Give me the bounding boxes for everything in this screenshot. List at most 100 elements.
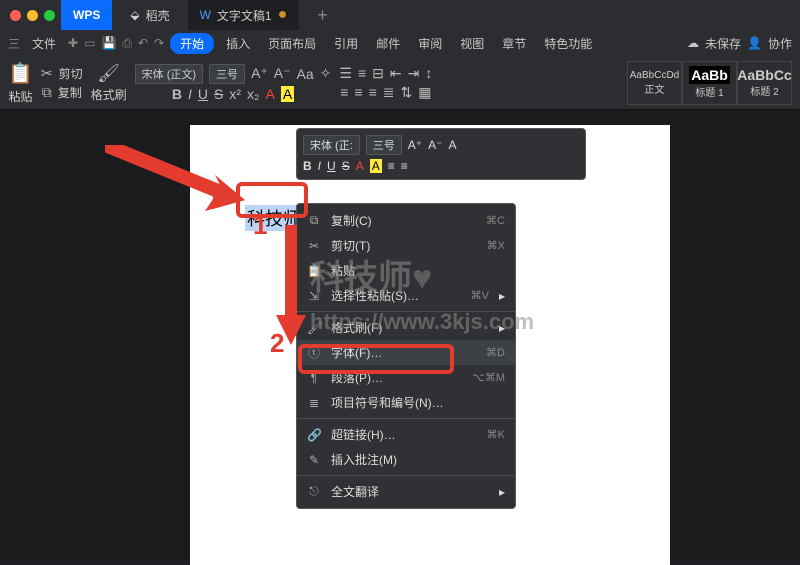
- ctx-shortcut: ⌘X: [487, 239, 505, 252]
- subscript-button[interactable]: x₂: [247, 86, 259, 102]
- shrink-font-icon[interactable]: A⁻: [274, 65, 291, 82]
- mini-bold[interactable]: B: [303, 159, 312, 173]
- paste-label[interactable]: 粘贴: [8, 88, 32, 105]
- mini-highlight[interactable]: A: [370, 159, 382, 173]
- coop-label[interactable]: 协作: [768, 35, 792, 52]
- menu-chapter[interactable]: 章节: [496, 35, 532, 52]
- tab-add[interactable]: +: [305, 0, 340, 30]
- align-center-icon[interactable]: ≡: [354, 84, 362, 100]
- font-group: 宋体 (正文) 三号 A⁺ A⁻ Aa ✧ B I U S x² x₂ A A: [135, 64, 332, 102]
- ctx-paste-special[interactable]: ⇲选择性粘贴(S)…⌘V▸: [297, 283, 515, 308]
- tab-docer[interactable]: ⬙ 稻壳: [118, 0, 181, 30]
- doc-icon: W: [200, 8, 211, 22]
- mini-list[interactable]: ≡: [401, 159, 408, 173]
- ctx-paste[interactable]: 📋粘贴: [297, 258, 515, 283]
- style-h2[interactable]: AaBbCc 标题 2: [737, 61, 792, 105]
- ctx-label: 复制(C): [331, 212, 476, 229]
- line-spacing-icon[interactable]: ⇅: [401, 84, 413, 101]
- align-right-icon[interactable]: ≡: [369, 84, 377, 100]
- menu-start[interactable]: 开始: [170, 33, 214, 54]
- link-icon: 🔗: [307, 428, 321, 442]
- zoom-dot[interactable]: [44, 10, 55, 21]
- ctx-bullets[interactable]: ≣项目符号和编号(N)…: [297, 390, 515, 415]
- bold-button[interactable]: B: [172, 86, 182, 102]
- mini-grow-icon[interactable]: A⁺: [408, 138, 422, 152]
- mini-shrink-icon[interactable]: A⁻: [428, 138, 442, 152]
- mini-italic[interactable]: I: [318, 159, 321, 173]
- italic-button[interactable]: I: [188, 86, 192, 102]
- paste-icon[interactable]: 📋: [8, 61, 33, 86]
- redo-icon[interactable]: ↷: [154, 36, 164, 50]
- copy-label[interactable]: 复制: [58, 84, 82, 101]
- mini-size-select[interactable]: 三号: [366, 135, 402, 155]
- menu-layout[interactable]: 页面布局: [262, 35, 322, 52]
- justify-icon[interactable]: ≣: [383, 84, 395, 101]
- mini-underline[interactable]: U: [327, 159, 336, 173]
- ctx-copy[interactable]: ⧉复制(C)⌘C: [297, 208, 515, 233]
- paste-group: 📋 粘贴: [8, 61, 33, 105]
- shading-icon[interactable]: ▦: [418, 84, 431, 101]
- superscript-button[interactable]: x²: [229, 86, 241, 102]
- bullets-icon[interactable]: ☰: [339, 65, 352, 82]
- ctx-label: 粘贴: [331, 262, 505, 279]
- print-icon[interactable]: ⎙: [122, 36, 132, 51]
- menu-ref[interactable]: 引用: [328, 35, 364, 52]
- menu-mail[interactable]: 邮件: [370, 35, 406, 52]
- menu-bar: 三 文件 ✚ ▭ 💾 ⎙ ↶ ↷ 开始 插入 页面布局 引用 邮件 审阅 视图 …: [0, 30, 800, 56]
- multilevel-icon[interactable]: ⊟: [372, 65, 384, 82]
- indent-left-icon[interactable]: ⇤: [390, 65, 402, 82]
- menu-review[interactable]: 审阅: [412, 35, 448, 52]
- numbering-icon[interactable]: ≡: [358, 65, 366, 81]
- mini-case-icon[interactable]: A: [448, 138, 456, 152]
- size-select[interactable]: 三号: [209, 64, 245, 84]
- ctx-translate[interactable]: ⎋全文翻译▸: [297, 479, 515, 504]
- unsaved-label[interactable]: 未保存: [705, 35, 741, 52]
- open-icon[interactable]: ▭: [84, 36, 95, 50]
- save-icon[interactable]: 💾: [101, 36, 116, 50]
- strike-button[interactable]: S: [214, 86, 223, 102]
- change-case-icon[interactable]: Aa: [297, 66, 314, 82]
- tab-wps[interactable]: WPS: [61, 0, 112, 30]
- underline-button[interactable]: U: [198, 86, 208, 102]
- style-preview: AaBbCc: [737, 67, 791, 83]
- ctx-cut[interactable]: ✂剪切(T)⌘X: [297, 233, 515, 258]
- ctx-shortcut: ⌘D: [486, 346, 505, 359]
- separator: [297, 311, 515, 312]
- undo-icon[interactable]: ↶: [138, 36, 148, 50]
- tab-document[interactable]: W 文字文稿1 ●: [188, 0, 300, 30]
- highlight-icon[interactable]: A: [281, 86, 294, 102]
- clear-format-icon[interactable]: ✧: [320, 65, 332, 82]
- ctx-comment[interactable]: ✎插入批注(M): [297, 447, 515, 472]
- font-color-icon[interactable]: A: [265, 86, 274, 102]
- mini-font-color[interactable]: A: [356, 159, 364, 173]
- style-name: 正文: [645, 81, 665, 96]
- style-normal[interactable]: AaBbCcDd 正文: [627, 61, 682, 105]
- style-name: 标题 1: [695, 84, 723, 99]
- mini-align[interactable]: ≡: [388, 159, 395, 173]
- mini-font-select[interactable]: 宋体 (正:: [303, 135, 360, 155]
- indent-right-icon[interactable]: ⇥: [408, 65, 420, 82]
- ctx-format-brush[interactable]: 🖌格式刷(F)▸: [297, 315, 515, 340]
- style-h1[interactable]: AaBb 标题 1: [682, 61, 737, 105]
- menu-file[interactable]: 文件: [26, 35, 62, 52]
- menu-special[interactable]: 特色功能: [538, 35, 598, 52]
- cut-label[interactable]: 剪切: [59, 65, 83, 82]
- tab-document-label: 文字文稿1: [217, 7, 272, 24]
- menu-insert[interactable]: 插入: [220, 35, 256, 52]
- hamburger-icon[interactable]: 三: [8, 35, 20, 52]
- cut-icon[interactable]: ✂: [41, 65, 53, 82]
- ctx-hyperlink[interactable]: 🔗超链接(H)…⌘K: [297, 422, 515, 447]
- brush-group[interactable]: 🖌 格式刷: [91, 63, 127, 103]
- close-dot[interactable]: [10, 10, 21, 21]
- ctx-label: 选择性粘贴(S)…: [331, 287, 461, 304]
- mini-strike[interactable]: S: [342, 159, 350, 173]
- sort-icon[interactable]: ↕: [425, 65, 432, 81]
- align-left-icon[interactable]: ≡: [340, 84, 348, 100]
- grow-font-icon[interactable]: A⁺: [251, 65, 268, 82]
- font-select[interactable]: 宋体 (正文): [135, 64, 203, 84]
- new-icon[interactable]: ✚: [68, 36, 78, 50]
- copy-icon[interactable]: ⧉: [42, 84, 52, 101]
- menu-view[interactable]: 视图: [454, 35, 490, 52]
- minimize-dot[interactable]: [27, 10, 38, 21]
- ctx-shortcut: ⌘V: [471, 289, 489, 302]
